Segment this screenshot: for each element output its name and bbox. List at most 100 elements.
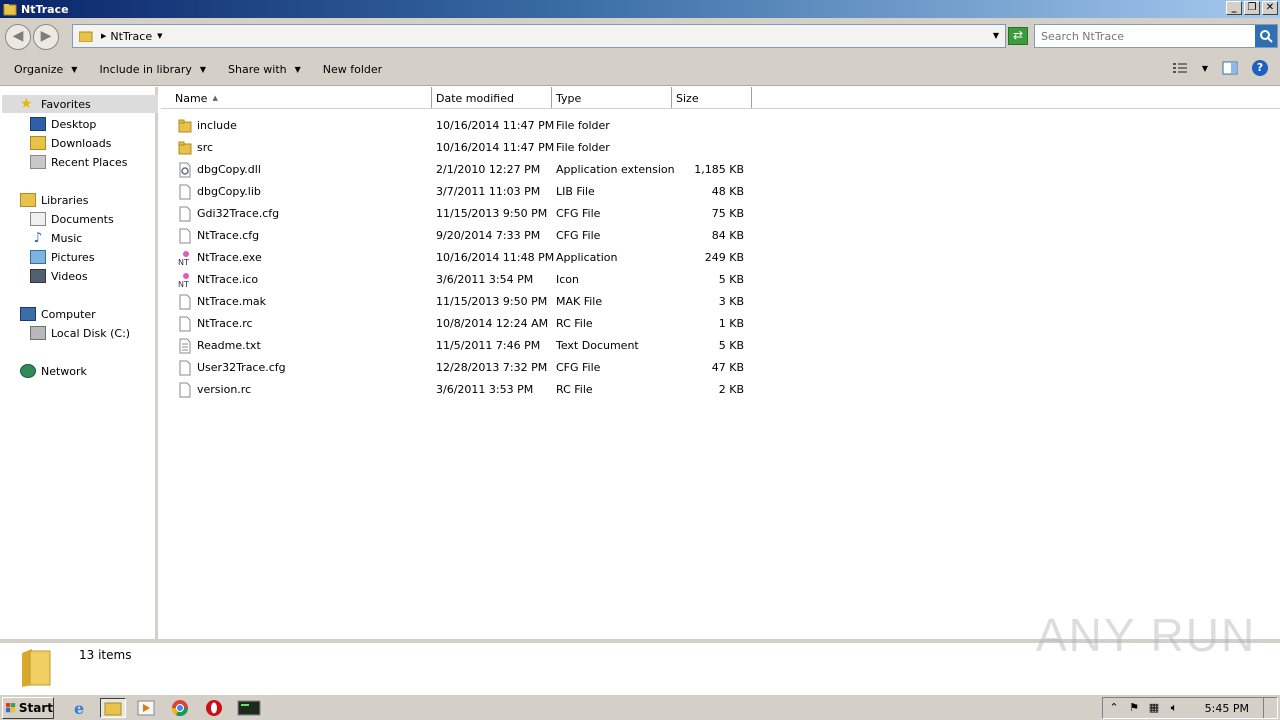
share-with-menu[interactable]: Share with ▼ bbox=[226, 63, 303, 76]
file-name: NtTrace.rc bbox=[197, 317, 253, 330]
nav-music[interactable]: ♪ Music bbox=[30, 229, 83, 247]
chevron-down-icon[interactable]: ▼ bbox=[1202, 64, 1208, 73]
file-name-cell: Readme.txt bbox=[178, 335, 261, 357]
nav-videos[interactable]: Videos bbox=[30, 267, 88, 285]
file-size-cell: 1 KB bbox=[718, 317, 744, 330]
minimize-button[interactable]: _ bbox=[1226, 1, 1242, 15]
command-bar: Organize ▼ Include in library ▼ Share with… bbox=[0, 54, 1280, 86]
file-row[interactable]: NT NtTrace.ico 3/6/2011 3:54 PM Icon 5 KB bbox=[161, 269, 761, 291]
chevron-down-icon[interactable]: ▼ bbox=[157, 32, 162, 40]
opera-icon[interactable] bbox=[204, 698, 224, 718]
back-button[interactable]: ◀ bbox=[5, 24, 31, 50]
preview-pane-icon[interactable] bbox=[1222, 61, 1238, 75]
nav-recent-places[interactable]: Recent Places bbox=[30, 153, 128, 171]
nav-pictures[interactable]: Pictures bbox=[30, 248, 95, 266]
column-header-type[interactable]: Type bbox=[552, 87, 672, 109]
file-name-cell: dbgCopy.lib bbox=[178, 181, 261, 203]
terminal-icon[interactable] bbox=[236, 698, 262, 718]
taskbar: Start e ⌃ ⚑ ▦ 🔈︎ 5:45 PM bbox=[0, 694, 1280, 720]
forward-button[interactable]: ▶ bbox=[33, 24, 59, 50]
clock[interactable]: 5:45 PM bbox=[1205, 702, 1249, 715]
file-date-cell: 11/5/2011 7:46 PM bbox=[436, 339, 541, 352]
column-header-size-label: Size bbox=[676, 91, 699, 105]
file-row[interactable]: NtTrace.rc 10/8/2014 12:24 AM RC File 1 KB bbox=[161, 313, 761, 335]
ie-icon[interactable]: e bbox=[70, 698, 90, 718]
organize-menu[interactable]: Organize ▼ bbox=[12, 63, 79, 76]
nav-downloads[interactable]: Downloads bbox=[30, 134, 111, 152]
close-button[interactable]: ✕ bbox=[1262, 1, 1278, 15]
nav-network[interactable]: Network bbox=[20, 362, 87, 380]
computer-icon bbox=[20, 307, 36, 321]
search-button[interactable] bbox=[1255, 25, 1277, 47]
include-in-library-menu[interactable]: Include in library ▼ bbox=[97, 63, 208, 76]
file-row[interactable]: NtTrace.cfg 9/20/2014 7:33 PM CFG File 84 K… bbox=[161, 225, 761, 247]
file-name: Gdi32Trace.cfg bbox=[197, 207, 280, 220]
file-row[interactable]: NT NtTrace.exe 10/16/2014 11:48 PM Applicat… bbox=[161, 247, 761, 269]
sort-ascending-icon: ▲ bbox=[212, 94, 218, 102]
explorer-icon[interactable] bbox=[100, 698, 126, 718]
column-header-name[interactable]: Name ▲ bbox=[161, 87, 432, 109]
search-box bbox=[1034, 24, 1278, 48]
nav-local-disk[interactable]: Local Disk (C:) bbox=[30, 324, 130, 342]
new-folder-button[interactable]: New folder bbox=[321, 63, 384, 76]
file-icon bbox=[178, 360, 192, 376]
flag-icon[interactable]: ⚑ bbox=[1127, 701, 1141, 715]
show-desktop-button[interactable] bbox=[1263, 698, 1277, 718]
drive-icon bbox=[30, 326, 46, 340]
nav-documents[interactable]: Documents bbox=[30, 210, 114, 228]
column-header-size[interactable]: Size bbox=[672, 87, 752, 109]
navigation-pane: ★ Favorites Desktop Downloads Recent Pla… bbox=[0, 87, 158, 639]
file-row[interactable]: Readme.txt 11/5/2011 7:46 PM Text Document… bbox=[161, 335, 761, 357]
file-name: dbgCopy.lib bbox=[197, 185, 261, 198]
nav-libraries[interactable]: Libraries bbox=[20, 191, 89, 209]
file-row[interactable]: dbgCopy.lib 3/7/2011 11:03 PM LIB File 48 K… bbox=[161, 181, 761, 203]
nav-local-disk-label: Local Disk (C:) bbox=[51, 326, 131, 340]
file-name-cell: Gdi32Trace.cfg bbox=[178, 203, 279, 225]
file-row[interactable]: NtTrace.mak 11/15/2013 9:50 PM MAK File 3 K… bbox=[161, 291, 761, 313]
volume-icon[interactable]: 🔈︎ bbox=[1167, 701, 1181, 715]
address-history-dropdown[interactable]: ▼ bbox=[993, 31, 999, 40]
breadcrumb-nttrace[interactable]: NtTrace bbox=[110, 30, 152, 43]
file-size-cell: 2 KB bbox=[718, 383, 744, 396]
refresh-button[interactable]: ⇄ bbox=[1008, 27, 1028, 45]
column-header-date[interactable]: Date modified bbox=[432, 87, 552, 109]
nav-libraries-label: Libraries bbox=[41, 193, 89, 207]
help-icon[interactable]: ? bbox=[1252, 60, 1268, 76]
file-size-cell bbox=[676, 137, 744, 159]
file-type-cell: Icon bbox=[556, 273, 579, 286]
media-player-icon[interactable] bbox=[136, 698, 156, 718]
search-icon bbox=[1260, 30, 1273, 43]
file-row[interactable]: Gdi32Trace.cfg 11/15/2013 9:50 PM CFG File… bbox=[161, 203, 761, 225]
file-name: User32Trace.cfg bbox=[197, 361, 286, 374]
file-row[interactable]: include 10/16/2014 11:47 PM File folder bbox=[161, 115, 761, 137]
breadcrumb-separator-icon[interactable]: ▶ bbox=[101, 32, 106, 40]
file-date-cell: 3/6/2011 3:54 PM bbox=[436, 273, 534, 286]
file-row[interactable]: User32Trace.cfg 12/28/2013 7:32 PM CFG Fil… bbox=[161, 357, 761, 379]
start-button[interactable]: Start bbox=[2, 697, 54, 719]
file-row[interactable]: version.rc 3/6/2011 3:53 PM RC File 2 KB bbox=[161, 379, 761, 401]
chrome-icon[interactable] bbox=[170, 698, 190, 718]
system-tray: ⌃ ⚑ ▦ 🔈︎ 5:45 PM bbox=[1102, 697, 1278, 719]
chevron-up-icon[interactable]: ⌃ bbox=[1107, 701, 1121, 715]
restore-button[interactable]: ❐ bbox=[1244, 1, 1260, 15]
file-row[interactable]: dbgCopy.dll 2/1/2010 12:27 PM Application … bbox=[161, 159, 761, 181]
network-tray-icon[interactable]: ▦ bbox=[1147, 701, 1161, 715]
search-input[interactable] bbox=[1041, 29, 1257, 43]
nav-favorites[interactable]: ★ Favorites bbox=[2, 95, 158, 113]
nav-pictures-label: Pictures bbox=[51, 250, 95, 264]
file-name-cell: NT NtTrace.exe bbox=[178, 247, 262, 269]
nav-favorites-label: Favorites bbox=[41, 97, 91, 111]
address-bar[interactable]: ▶ NtTrace ▼ ▼ bbox=[72, 24, 1006, 48]
column-header-name-label: Name bbox=[175, 91, 208, 105]
view-options-icon[interactable] bbox=[1172, 61, 1188, 75]
star-icon: ★ bbox=[20, 96, 33, 112]
pictures-icon bbox=[30, 250, 46, 264]
file-row[interactable]: src 10/16/2014 11:47 PM File folder bbox=[161, 137, 761, 159]
file-name-cell: version.rc bbox=[178, 379, 251, 401]
nav-downloads-label: Downloads bbox=[51, 136, 112, 150]
refresh-icon: ⇄ bbox=[1012, 28, 1024, 42]
nav-computer[interactable]: Computer bbox=[20, 305, 96, 323]
svg-text:NT: NT bbox=[178, 258, 189, 266]
text-file-icon bbox=[178, 338, 192, 354]
nav-desktop[interactable]: Desktop bbox=[30, 115, 96, 133]
